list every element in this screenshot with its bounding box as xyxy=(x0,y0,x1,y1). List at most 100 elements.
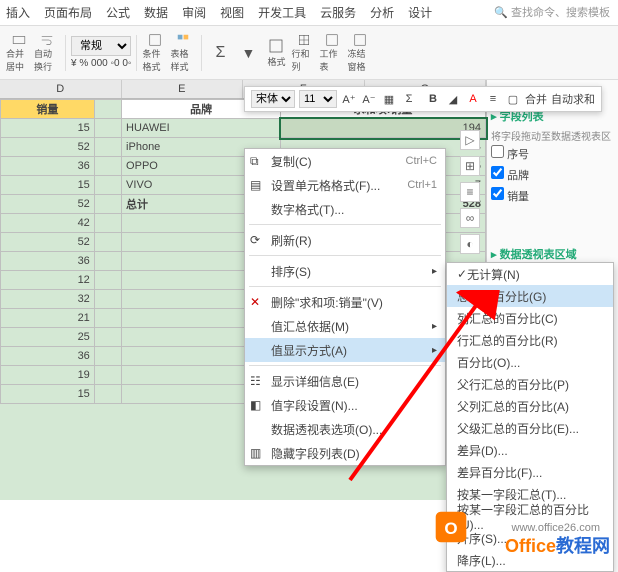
sub-col-total[interactable]: 列汇总的百分比(C) xyxy=(447,307,613,329)
settings-icon: ◧ xyxy=(250,398,264,412)
cell[interactable]: 52 xyxy=(1,138,95,157)
fill-color-icon[interactable]: ◢ xyxy=(445,91,461,107)
cell[interactable]: 32 xyxy=(1,290,95,309)
menu-refresh[interactable]: ⟳刷新(R) xyxy=(245,228,445,252)
sub-diff[interactable]: 差异(D)... xyxy=(447,439,613,461)
cell[interactable]: 12 xyxy=(1,271,95,290)
delete-icon: ✕ xyxy=(250,295,264,309)
header-sales: 销量 xyxy=(1,100,95,119)
wrap-text-button[interactable]: 自动换行 xyxy=(34,33,60,73)
field-hint: 将字段拖动至数据透视表区 xyxy=(491,128,614,143)
cell-style-button[interactable]: 表格样式 xyxy=(170,33,196,73)
tab-cloud[interactable]: 云服务 xyxy=(320,4,356,21)
cell[interactable]: 36 xyxy=(1,347,95,366)
increase-font-icon[interactable]: A⁺ xyxy=(341,91,357,107)
watermark-url: www.office26.com xyxy=(512,522,600,534)
hide-icon: ▥ xyxy=(250,446,264,460)
tab-formula[interactable]: 公式 xyxy=(106,4,130,21)
decrease-font-icon[interactable]: A⁻ xyxy=(361,91,377,107)
row-col-button[interactable]: 行和列 xyxy=(291,33,317,73)
merge-center-button[interactable]: 合并居中 xyxy=(6,33,32,73)
sub-parent-col[interactable]: 父列汇总的百分比(A) xyxy=(447,395,613,417)
context-menu: ⧉复制(C)Ctrl+C ▤设置单元格格式(F)...Ctrl+1 数字格式(T… xyxy=(244,148,446,466)
office-logo-icon: O xyxy=(434,510,468,544)
sub-parent[interactable]: 父级汇总的百分比(E)... xyxy=(447,417,613,439)
toolbar: 合并居中 自动换行 常规 ¥ % 000 ◦0 0◦ 条件格式 表格样式 Σ ▼… xyxy=(0,26,618,80)
cell[interactable]: 42 xyxy=(1,214,95,233)
menu-hide-fields[interactable]: ▥隐藏字段列表(D) xyxy=(245,441,445,465)
field-sales[interactable]: 销量 xyxy=(491,185,614,206)
area-title: ▸ 数据透视表区域 xyxy=(491,246,614,262)
size-select[interactable]: 11 xyxy=(299,90,337,108)
menu-detail[interactable]: ☷显示详细信息(E) xyxy=(245,369,445,393)
cell[interactable]: 52 xyxy=(1,233,95,252)
border-icon[interactable]: ▢ xyxy=(505,91,521,107)
pivot-icon[interactable]: ⊞ xyxy=(460,156,480,176)
sub-pct-diff[interactable]: 差异百分比(F)... xyxy=(447,461,613,483)
menu-summarize[interactable]: 值汇总依据(M)▸ xyxy=(245,314,445,338)
svg-text:O: O xyxy=(444,519,457,538)
cell[interactable]: HUAWEI xyxy=(122,119,281,138)
merge-icon[interactable]: ▦ xyxy=(381,91,397,107)
cell[interactable]: 25 xyxy=(1,328,95,347)
format-button[interactable]: 格式 xyxy=(263,33,289,73)
watermark-brand: Office教程网 xyxy=(505,532,610,558)
menu-show-as[interactable]: 值显示方式(A)▸ xyxy=(245,338,445,362)
cell[interactable]: 21 xyxy=(1,309,95,328)
sub-row-total[interactable]: 行汇总的百分比(R) xyxy=(447,329,613,351)
menu-field-settings[interactable]: ◧值字段设置(N)... xyxy=(245,393,445,417)
autosum-icon[interactable]: Σ xyxy=(401,91,417,107)
backup-icon[interactable]: ◐ xyxy=(460,234,480,254)
menu-cell-format[interactable]: ▤设置单元格格式(F)...Ctrl+1 xyxy=(245,173,445,197)
tab-data[interactable]: 数据 xyxy=(144,4,168,21)
tab-dev[interactable]: 开发工具 xyxy=(258,4,306,21)
freeze-button[interactable]: 冻结窗格 xyxy=(347,33,373,73)
tab-analyze[interactable]: 分析 xyxy=(370,4,394,21)
mini-toolbar: 宋体 11 A⁺ A⁻ ▦ Σ B ◢ A ≡ ▢ 合并 自动求和 xyxy=(244,86,602,112)
menu-sort[interactable]: 排序(S)▸ xyxy=(245,259,445,283)
selected-cell[interactable]: 194 xyxy=(281,119,486,138)
sum-icon[interactable]: Σ xyxy=(207,33,233,73)
property-icon[interactable]: ≡ xyxy=(460,182,480,202)
cell[interactable]: 19 xyxy=(1,366,95,385)
menu-delete-field[interactable]: ✕删除"求和项:销量"(V) xyxy=(245,290,445,314)
tab-insert[interactable]: 插入 xyxy=(6,4,30,21)
sub-parent-row[interactable]: 父行汇总的百分比(P) xyxy=(447,373,613,395)
fill-icon[interactable]: ▼ xyxy=(235,33,261,73)
font-select[interactable]: 宋体 xyxy=(251,90,295,108)
cell[interactable]: 36 xyxy=(1,157,95,176)
cell[interactable]: 36 xyxy=(1,252,95,271)
align-icon[interactable]: ≡ xyxy=(485,91,501,107)
format-icon: ▤ xyxy=(250,178,264,192)
bold-icon[interactable]: B xyxy=(425,91,441,107)
field-seq[interactable]: 序号 xyxy=(491,143,614,164)
menu-pivot-options[interactable]: 数据透视表选项(O)... xyxy=(245,417,445,441)
copy-icon: ⧉ xyxy=(250,154,264,168)
refresh-icon: ⟳ xyxy=(250,233,264,247)
merge-label[interactable]: 合并 xyxy=(525,91,547,107)
menu-copy[interactable]: ⧉复制(C)Ctrl+C xyxy=(245,149,445,173)
sum-label[interactable]: 自动求和 xyxy=(551,91,595,107)
sub-percent[interactable]: 百分比(O)... xyxy=(447,351,613,373)
cell[interactable]: 52 xyxy=(1,195,95,214)
cell[interactable]: 15 xyxy=(1,385,95,404)
tab-layout[interactable]: 页面布局 xyxy=(44,4,92,21)
detail-icon: ☷ xyxy=(250,374,264,388)
tab-design[interactable]: 设计 xyxy=(408,4,432,21)
number-format-select[interactable]: 常规 xyxy=(71,36,131,56)
sub-none[interactable]: ✓ 无计算(N) xyxy=(447,263,613,285)
search-box[interactable]: 🔍 查找命令、搜索模板 xyxy=(494,4,610,20)
worksheet-button[interactable]: 工作表 xyxy=(319,33,345,73)
font-color-icon[interactable]: A xyxy=(465,91,481,107)
cell[interactable]: 15 xyxy=(1,176,95,195)
field-brand[interactable]: 品牌 xyxy=(491,164,614,185)
cell[interactable]: 15 xyxy=(1,119,95,138)
share-icon[interactable]: ∞ xyxy=(460,208,480,228)
side-toolbar: ▷ ⊞ ≡ ∞ ◐ xyxy=(460,130,482,254)
sub-grand-total[interactable]: 总计的百分比(G) xyxy=(447,285,613,307)
tab-view[interactable]: 视图 xyxy=(220,4,244,21)
menu-number-format[interactable]: 数字格式(T)... xyxy=(245,197,445,221)
tab-review[interactable]: 审阅 xyxy=(182,4,206,21)
cond-format-button[interactable]: 条件格式 xyxy=(142,33,168,73)
select-icon[interactable]: ▷ xyxy=(460,130,480,150)
